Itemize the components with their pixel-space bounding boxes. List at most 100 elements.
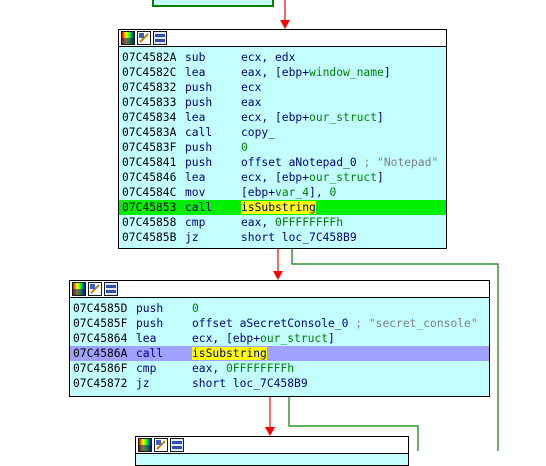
operand-token: eax, <box>192 362 227 375</box>
instruction-list: 07C4585D push 0 07C4585F push offset aSecretC… <box>70 298 489 391</box>
instruction-address: 07C45846 <box>122 171 177 184</box>
code-block-1[interactable]: 07C4582A sub ecx, edx 07C4582C lea eax, [ebp+… <box>118 29 447 249</box>
operand-token: 0 <box>192 302 199 315</box>
instruction-row[interactable]: 07C45853 call isSubstring <box>119 200 446 215</box>
graph-overview-icon[interactable] <box>153 31 167 45</box>
instruction-operands: ecx <box>241 80 261 95</box>
instruction-operands: offset aSecretConsole_0 ; "secret_consol… <box>192 316 478 331</box>
instruction-address: 07C45864 <box>73 332 128 345</box>
instruction-address: 07C4584C <box>122 186 177 199</box>
operand-token: eax <box>241 96 262 109</box>
operand-token: eax, <box>241 216 276 229</box>
instruction-address: 07C45833 <box>122 96 177 109</box>
arrow-into-block-2 <box>273 271 283 280</box>
arrow-into-block-1 <box>280 20 290 29</box>
operand-token[interactable]: copy_ <box>241 126 275 139</box>
instruction-row[interactable]: 07C45841 push offset aNotepad_0 ; "Notepad… <box>119 155 446 170</box>
operand-token[interactable]: offset aNotepad_0 <box>241 156 363 169</box>
instruction-operands: 0 <box>241 140 248 155</box>
edit-block-icon[interactable] <box>154 438 168 452</box>
instruction-row[interactable]: 07C4585B jz short loc_7C458B9 <box>119 230 446 245</box>
instruction-operands: isSubstring <box>192 346 267 361</box>
instruction-mnemonic: lea <box>136 332 157 345</box>
code-block-3[interactable] <box>135 436 409 466</box>
instruction-operands: ecx, edx <box>241 50 295 65</box>
instruction-row[interactable]: 07C45846 lea ecx, [ebp+our_struct] <box>119 170 446 185</box>
graph-overview-icon[interactable] <box>104 282 118 296</box>
edit-block-icon[interactable] <box>137 31 151 45</box>
operand-token: our_struct <box>309 111 378 124</box>
instruction-address: 07C4586A <box>73 347 128 360</box>
instruction-operands: short loc_7C458B9 <box>241 230 357 245</box>
instruction-row[interactable]: 07C4582A sub ecx, edx <box>119 50 446 65</box>
instruction-address: 07C45832 <box>122 81 177 94</box>
instruction-operands: eax, 0FFFFFFFFh <box>192 361 294 376</box>
operand-token: [ebp+ <box>241 186 276 199</box>
operand-token: ecx <box>241 81 262 94</box>
operand-token: ecx, [ebp+ <box>192 332 261 345</box>
instruction-operands: eax, 0FFFFFFFFh <box>241 215 343 230</box>
instruction-row[interactable]: 07C45834 lea ecx, [ebp+our_struct] <box>119 110 446 125</box>
operand-token: ecx, [ebp+ <box>241 171 310 184</box>
palette-icon[interactable] <box>138 438 152 452</box>
operand-token: var_4 <box>275 186 310 199</box>
operand-token: 0 <box>241 141 248 154</box>
instruction-row[interactable]: 07C4582C lea eax, [ebp+window_name] <box>119 65 446 80</box>
operand-token: ] <box>383 66 391 79</box>
operand-token[interactable]: offset aSecretConsole_0 <box>192 317 355 330</box>
operand-token[interactable]: isSubstring <box>192 347 267 360</box>
arrow-into-block-3 <box>265 427 275 436</box>
instruction-mnemonic: call <box>136 347 164 360</box>
instruction-address: 07C4582A <box>122 51 177 64</box>
operand-token[interactable]: isSubstring <box>241 201 316 214</box>
instruction-row[interactable]: 07C4583A call copy_ <box>119 125 446 140</box>
instruction-address: 07C45834 <box>122 111 177 124</box>
instruction-row[interactable]: 07C45833 push eax <box>119 95 446 110</box>
instruction-address: 07C4583F <box>122 141 177 154</box>
instruction-mnemonic: push <box>185 141 213 154</box>
instruction-mnemonic: mov <box>185 186 206 199</box>
instruction-row[interactable]: 07C4585D push 0 <box>70 301 489 316</box>
instruction-row[interactable]: 07C45864 lea ecx, [ebp+our_struct] <box>70 331 489 346</box>
instruction-row[interactable]: 07C45858 cmp eax, 0FFFFFFFFh <box>119 215 446 230</box>
instruction-mnemonic: lea <box>185 66 206 79</box>
operand-token: our_struct <box>260 332 329 345</box>
code-block-2[interactable]: 07C4585D push 0 07C4585F push offset aSecretC… <box>69 280 490 397</box>
instruction-row[interactable]: 07C45832 push ecx <box>119 80 446 95</box>
instruction-mnemonic: lea <box>185 111 206 124</box>
instruction-operands: short loc_7C458B9 <box>192 376 308 391</box>
instruction-address: 07C4585D <box>73 302 128 315</box>
operand-token: eax, [ebp+ <box>241 66 310 79</box>
instruction-operands: 0 <box>192 301 199 316</box>
palette-icon[interactable] <box>121 31 135 45</box>
instruction-operands: ecx, [ebp+our_struct] <box>192 331 335 346</box>
instruction-row[interactable]: 07C4586F cmp eax, 0FFFFFFFFh <box>70 361 489 376</box>
instruction-mnemonic: sub <box>185 51 206 64</box>
operand-token: ecx, edx <box>241 51 296 64</box>
instruction-row[interactable]: 07C45872 jz short loc_7C458B9 <box>70 376 489 391</box>
operand-token[interactable]: short loc_7C458B9 <box>192 377 308 390</box>
instruction-list: 07C4582A sub ecx, edx 07C4582C lea eax, [ebp+… <box>119 47 446 245</box>
operand-token: ] <box>328 332 335 345</box>
instruction-address: 07C45853 <box>122 201 177 214</box>
instruction-operands: offset aNotepad_0 ; "Notepad" <box>241 155 438 170</box>
operand-token[interactable]: short loc_7C458B9 <box>241 231 357 244</box>
instruction-mnemonic: push <box>136 302 164 315</box>
instruction-row[interactable]: 07C4584C mov [ebp+var_4], 0 <box>119 185 446 200</box>
instruction-address: 07C45872 <box>73 377 128 390</box>
instruction-row[interactable]: 07C4585F push offset aSecretConsole_0 ; "s… <box>70 316 489 331</box>
instruction-row[interactable]: 07C4586A call isSubstring <box>70 346 489 361</box>
instruction-mnemonic: push <box>185 96 213 109</box>
graph-overview-icon[interactable] <box>170 438 184 452</box>
operand-token: ], <box>309 186 330 199</box>
instruction-mnemonic: push <box>185 156 213 169</box>
instruction-mnemonic: cmp <box>136 362 157 375</box>
block-header <box>136 437 408 454</box>
instruction-operands: ecx, [ebp+our_struct] <box>241 110 384 125</box>
instruction-mnemonic: push <box>136 317 164 330</box>
instruction-mnemonic: jz <box>185 231 199 244</box>
instruction-address: 07C4586F <box>73 362 128 375</box>
edit-block-icon[interactable] <box>88 282 102 296</box>
palette-icon[interactable] <box>72 282 86 296</box>
instruction-row[interactable]: 07C4583F push 0 <box>119 140 446 155</box>
